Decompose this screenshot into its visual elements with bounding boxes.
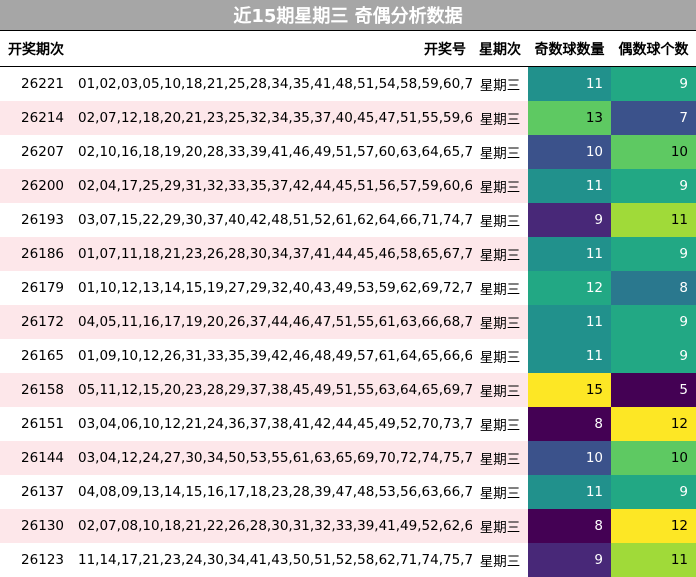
weekday-cell: 星期三 <box>472 440 528 475</box>
even-count-cell: 8 <box>611 270 696 305</box>
odd-even-table: 开奖期次 开奖号 星期次 奇数球数量 偶数球个数 26221 01,02,03,0… <box>0 30 696 577</box>
even-count-cell: 12 <box>611 406 696 441</box>
issue-cell: 26200 <box>0 168 74 203</box>
table-row[interactable]: 26200 02,04,17,25,29,31,32,33,35,37,42,44… <box>0 168 696 203</box>
header-row: 开奖期次 开奖号 星期次 奇数球数量 偶数球个数 <box>0 30 696 67</box>
table-row[interactable]: 26172 04,05,11,16,17,19,20,26,37,44,46,47… <box>0 304 696 339</box>
even-count-cell: 10 <box>611 440 696 475</box>
issue-cell: 26221 <box>0 66 74 101</box>
table-row[interactable]: 26151 03,04,06,10,12,21,24,36,37,38,41,42… <box>0 406 696 441</box>
numbers-cell: 01,09,10,12,26,31,33,35,39,42,46,48,49,5… <box>74 338 472 373</box>
weekday-cell: 星期三 <box>472 202 528 237</box>
table-row[interactable]: 26137 04,08,09,13,14,15,16,17,18,23,28,39… <box>0 474 696 509</box>
even-count-cell: 11 <box>611 542 696 577</box>
issue-cell: 26207 <box>0 134 74 169</box>
issue-cell: 26130 <box>0 508 74 543</box>
issue-cell: 26158 <box>0 372 74 407</box>
numbers-cell: 02,07,08,10,18,21,22,26,28,30,31,32,33,3… <box>74 508 472 543</box>
weekday-cell: 星期三 <box>472 236 528 271</box>
weekday-cell: 星期三 <box>472 542 528 577</box>
even-count-cell: 9 <box>611 474 696 509</box>
odd-count-cell: 9 <box>528 202 611 237</box>
numbers-cell: 11,14,17,21,23,24,30,34,41,43,50,51,52,5… <box>74 542 472 577</box>
odd-count-cell: 11 <box>528 304 611 339</box>
even-count-cell: 12 <box>611 508 696 543</box>
table-body: 26221 01,02,03,05,10,18,21,25,28,34,35,41… <box>0 66 696 577</box>
numbers-cell: 01,07,11,18,21,23,26,28,30,34,37,41,44,4… <box>74 236 472 271</box>
numbers-cell: 02,04,17,25,29,31,32,33,35,37,42,44,45,5… <box>74 168 472 203</box>
numbers-column-header[interactable]: 开奖号 <box>74 30 472 67</box>
even-count-cell: 7 <box>611 100 696 135</box>
table-row[interactable]: 26158 05,11,12,15,20,23,28,29,37,38,45,49… <box>0 372 696 407</box>
odd-count-cell: 8 <box>528 406 611 441</box>
table-row[interactable]: 26186 01,07,11,18,21,23,26,28,30,34,37,41… <box>0 236 696 271</box>
odd-count-cell: 11 <box>528 236 611 271</box>
even-count-cell: 9 <box>611 66 696 101</box>
weekday-cell: 星期三 <box>472 338 528 373</box>
even-count-column-header[interactable]: 偶数球个数 <box>611 30 696 67</box>
weekday-cell: 星期三 <box>472 372 528 407</box>
odd-count-cell: 11 <box>528 168 611 203</box>
numbers-cell: 01,02,03,05,10,18,21,25,28,34,35,41,48,5… <box>74 66 472 101</box>
table-row[interactable]: 26165 01,09,10,12,26,31,33,35,39,42,46,48… <box>0 338 696 373</box>
weekday-cell: 星期三 <box>472 100 528 135</box>
even-count-cell: 9 <box>611 304 696 339</box>
table-row[interactable]: 26130 02,07,08,10,18,21,22,26,28,30,31,32… <box>0 508 696 543</box>
numbers-cell: 05,11,12,15,20,23,28,29,37,38,45,49,51,5… <box>74 372 472 407</box>
table-row[interactable]: 26207 02,10,16,18,19,20,28,33,39,41,46,49… <box>0 134 696 169</box>
odd-count-cell: 12 <box>528 270 611 305</box>
table-title: 近15期星期三 奇偶分析数据 <box>0 0 696 30</box>
numbers-cell: 03,04,12,24,27,30,34,50,53,55,61,63,65,6… <box>74 440 472 475</box>
weekday-cell: 星期三 <box>472 508 528 543</box>
numbers-cell: 04,08,09,13,14,15,16,17,18,23,28,39,47,4… <box>74 474 472 509</box>
issue-cell: 26172 <box>0 304 74 339</box>
even-count-cell: 9 <box>611 168 696 203</box>
weekday-cell: 星期三 <box>472 474 528 509</box>
odd-count-cell: 8 <box>528 508 611 543</box>
issue-cell: 26193 <box>0 202 74 237</box>
numbers-cell: 02,07,12,18,20,21,23,25,32,34,35,37,40,4… <box>74 100 472 135</box>
even-count-cell: 5 <box>611 372 696 407</box>
weekday-cell: 星期三 <box>472 168 528 203</box>
odd-count-cell: 10 <box>528 440 611 475</box>
weekday-cell: 星期三 <box>472 406 528 441</box>
table-row[interactable]: 26179 01,10,12,13,14,15,19,27,29,32,40,43… <box>0 270 696 305</box>
weekday-cell: 星期三 <box>472 66 528 101</box>
odd-count-cell: 15 <box>528 372 611 407</box>
weekday-cell: 星期三 <box>472 134 528 169</box>
even-count-cell: 9 <box>611 338 696 373</box>
issue-cell: 26151 <box>0 406 74 441</box>
even-count-cell: 11 <box>611 202 696 237</box>
issue-cell: 26165 <box>0 338 74 373</box>
issue-column-header[interactable]: 开奖期次 <box>0 30 74 67</box>
issue-cell: 26214 <box>0 100 74 135</box>
numbers-cell: 03,04,06,10,12,21,24,36,37,38,41,42,44,4… <box>74 406 472 441</box>
numbers-cell: 04,05,11,16,17,19,20,26,37,44,46,47,51,5… <box>74 304 472 339</box>
issue-cell: 26123 <box>0 542 74 577</box>
table-row[interactable]: 26123 11,14,17,21,23,24,30,34,41,43,50,51… <box>0 542 696 577</box>
odd-count-cell: 13 <box>528 100 611 135</box>
even-count-cell: 10 <box>611 134 696 169</box>
odd-count-cell: 11 <box>528 338 611 373</box>
weekday-column-header[interactable]: 星期次 <box>472 30 528 67</box>
table-row[interactable]: 26144 03,04,12,24,27,30,34,50,53,55,61,63… <box>0 440 696 475</box>
issue-cell: 26179 <box>0 270 74 305</box>
odd-count-cell: 10 <box>528 134 611 169</box>
odd-count-cell: 9 <box>528 542 611 577</box>
issue-cell: 26144 <box>0 440 74 475</box>
table-row[interactable]: 26221 01,02,03,05,10,18,21,25,28,34,35,41… <box>0 66 696 101</box>
odd-count-cell: 11 <box>528 66 611 101</box>
numbers-cell: 03,07,15,22,29,30,37,40,42,48,51,52,61,6… <box>74 202 472 237</box>
issue-cell: 26137 <box>0 474 74 509</box>
odd-count-cell: 11 <box>528 474 611 509</box>
numbers-cell: 01,10,12,13,14,15,19,27,29,32,40,43,49,5… <box>74 270 472 305</box>
numbers-cell: 02,10,16,18,19,20,28,33,39,41,46,49,51,5… <box>74 134 472 169</box>
weekday-cell: 星期三 <box>472 304 528 339</box>
odd-count-column-header[interactable]: 奇数球数量 <box>528 30 611 67</box>
table-row[interactable]: 26214 02,07,12,18,20,21,23,25,32,34,35,37… <box>0 100 696 135</box>
issue-cell: 26186 <box>0 236 74 271</box>
weekday-cell: 星期三 <box>472 270 528 305</box>
table-row[interactable]: 26193 03,07,15,22,29,30,37,40,42,48,51,52… <box>0 202 696 237</box>
even-count-cell: 9 <box>611 236 696 271</box>
